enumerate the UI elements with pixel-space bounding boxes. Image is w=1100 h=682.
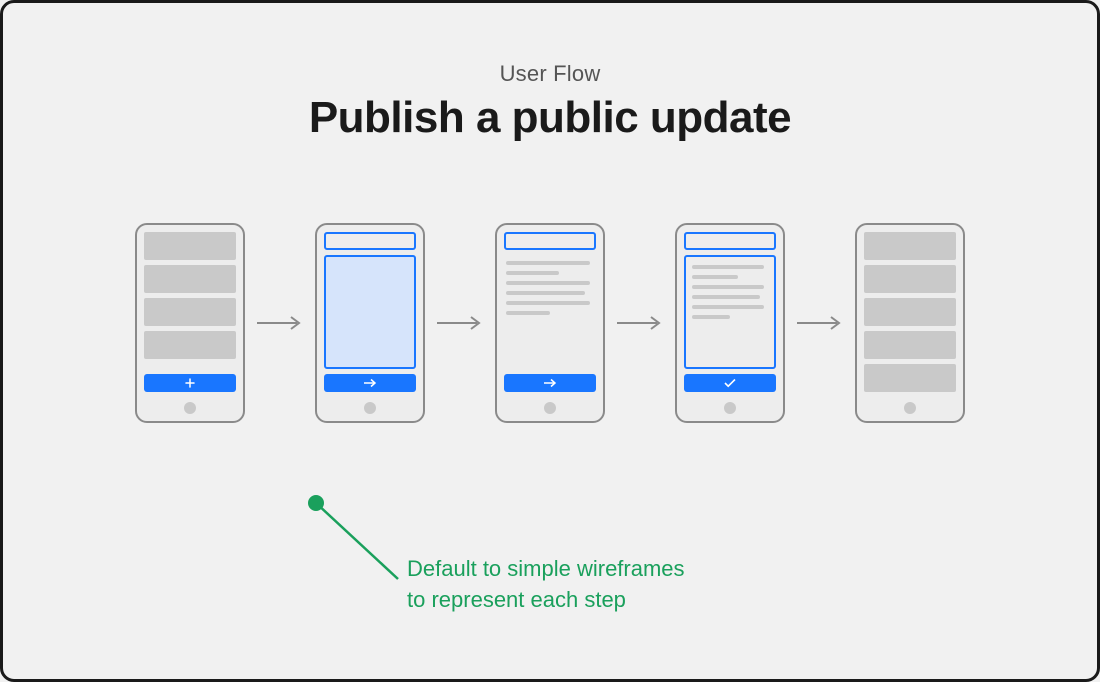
feed-item xyxy=(144,232,236,260)
feed-item xyxy=(864,265,956,293)
diagram-title: Publish a public update xyxy=(3,93,1097,143)
text-line xyxy=(692,295,760,299)
annotation-leader-line xyxy=(306,493,416,593)
arrow-right-icon xyxy=(795,313,845,333)
plus-icon xyxy=(185,378,195,388)
wireframe-step-4 xyxy=(675,223,785,423)
check-icon xyxy=(723,378,737,388)
text-line xyxy=(506,311,550,315)
home-button-icon xyxy=(904,402,916,414)
text-line xyxy=(692,285,764,289)
feed-item xyxy=(864,364,956,392)
annotation-text: Default to simple wireframes to represen… xyxy=(407,554,685,616)
arrow-right-icon xyxy=(615,313,665,333)
wireframe-step-2 xyxy=(315,223,425,423)
feed-item xyxy=(864,232,956,260)
home-button-icon xyxy=(184,402,196,414)
flow-arrow xyxy=(605,313,675,333)
feed-item xyxy=(864,331,956,359)
feed-item xyxy=(144,331,236,359)
compose-header xyxy=(504,232,596,250)
text-line xyxy=(506,261,590,265)
compose-textarea-empty xyxy=(324,255,416,369)
home-button-icon xyxy=(724,402,736,414)
text-line xyxy=(692,315,730,319)
confirm-button xyxy=(684,374,776,392)
annotation-line-1: Default to simple wireframes xyxy=(407,556,685,581)
next-button xyxy=(504,374,596,392)
flow-row xyxy=(3,223,1097,423)
diagram-header: User Flow Publish a public update xyxy=(3,61,1097,143)
text-line xyxy=(692,265,764,269)
feed-item xyxy=(144,265,236,293)
feed-item xyxy=(144,298,236,326)
arrow-right-icon xyxy=(435,313,485,333)
wireframe-step-3 xyxy=(495,223,605,423)
review-text-box xyxy=(684,255,776,369)
text-line xyxy=(692,275,738,279)
flow-arrow xyxy=(245,313,315,333)
wireframe-step-5 xyxy=(855,223,965,423)
text-line xyxy=(506,291,585,295)
flow-arrow xyxy=(425,313,495,333)
compose-text-body xyxy=(504,255,596,369)
home-button-icon xyxy=(364,402,376,414)
compose-header xyxy=(324,232,416,250)
feed-item xyxy=(864,298,956,326)
text-line xyxy=(692,305,764,309)
add-button xyxy=(144,374,236,392)
arrow-right-icon xyxy=(363,378,377,388)
review-header xyxy=(684,232,776,250)
text-line xyxy=(506,271,559,275)
arrow-right-icon xyxy=(543,378,557,388)
text-line xyxy=(506,281,590,285)
text-line xyxy=(506,301,590,305)
wireframe-step-1 xyxy=(135,223,245,423)
next-button xyxy=(324,374,416,392)
home-button-icon xyxy=(544,402,556,414)
diagram-subtitle: User Flow xyxy=(3,61,1097,87)
annotation-line-2: to represent each step xyxy=(407,587,626,612)
flow-arrow xyxy=(785,313,855,333)
arrow-right-icon xyxy=(255,313,305,333)
